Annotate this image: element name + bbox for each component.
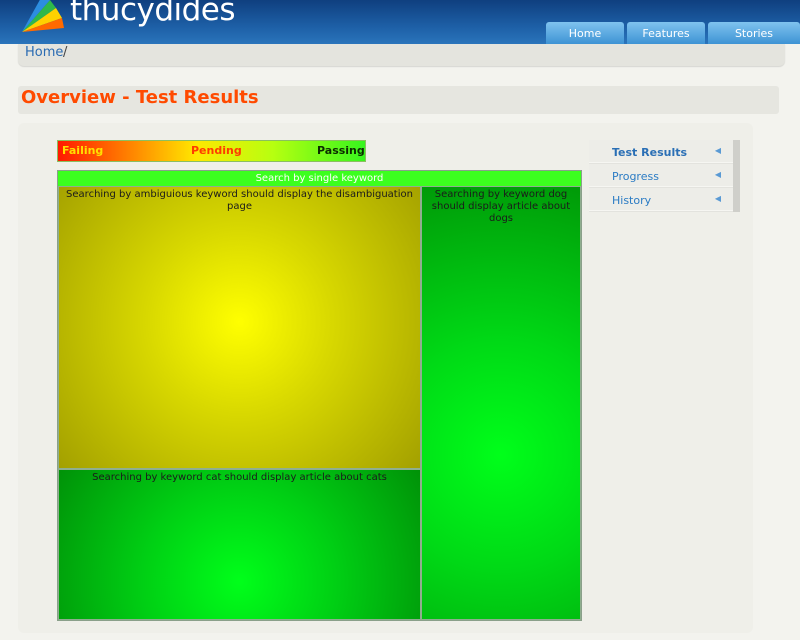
nav-tab-features[interactable]: Features	[627, 22, 705, 44]
legend-failing: Failing	[62, 144, 104, 157]
breadcrumb: Home /	[18, 44, 785, 66]
side-menu-edge	[733, 140, 740, 212]
treemap-group-header[interactable]: Search by single keyword	[58, 171, 581, 186]
chevron-left-icon: ◀	[714, 146, 721, 155]
app-header: thucydides Home Features Stories	[0, 0, 800, 44]
side-menu-item-progress[interactable]: Progress ◀	[589, 164, 733, 187]
logo-text[interactable]: thucydides	[70, 0, 236, 28]
side-menu-item-test-results[interactable]: Test Results ◀	[589, 140, 733, 163]
logo-icon[interactable]	[20, 0, 70, 34]
legend-pending: Pending	[191, 144, 242, 157]
side-menu-item-history[interactable]: History ◀	[589, 188, 733, 211]
legend-passing: Passing	[317, 144, 365, 157]
breadcrumb-home-link[interactable]: Home	[25, 44, 63, 62]
side-menu-item-label: Progress	[612, 170, 659, 183]
treemap-cell-ambiguous-keyword[interactable]: Searching by ambiguious keyword should d…	[58, 186, 421, 469]
chevron-left-icon: ◀	[714, 194, 721, 203]
breadcrumb-separator: /	[63, 45, 68, 60]
main-nav: Home Features Stories	[543, 22, 800, 44]
test-results-treemap: Search by single keyword Searching by am…	[57, 170, 582, 621]
treemap-cell-label: Searching by ambiguious keyword should d…	[66, 189, 413, 212]
side-menu: Test Results ◀ Progress ◀ History ◀	[589, 140, 740, 212]
title-bar: Overview - Test Results	[18, 86, 779, 114]
side-menu-item-label: History	[612, 194, 652, 207]
page-title: Overview - Test Results	[21, 87, 259, 108]
chevron-left-icon: ◀	[714, 170, 721, 179]
nav-tab-home[interactable]: Home	[546, 22, 624, 44]
side-menu-item-label: Test Results	[612, 146, 688, 159]
treemap-cell-label: Searching by keyword cat should display …	[92, 472, 387, 483]
treemap-cell-label: Searching by keyword dog should display …	[431, 189, 571, 224]
nav-tab-stories[interactable]: Stories	[708, 22, 800, 44]
treemap-cell-keyword-dog[interactable]: Searching by keyword dog should display …	[421, 186, 581, 620]
status-legend: Failing Pending Passing	[57, 140, 366, 162]
treemap-cell-keyword-cat[interactable]: Searching by keyword cat should display …	[58, 469, 421, 620]
